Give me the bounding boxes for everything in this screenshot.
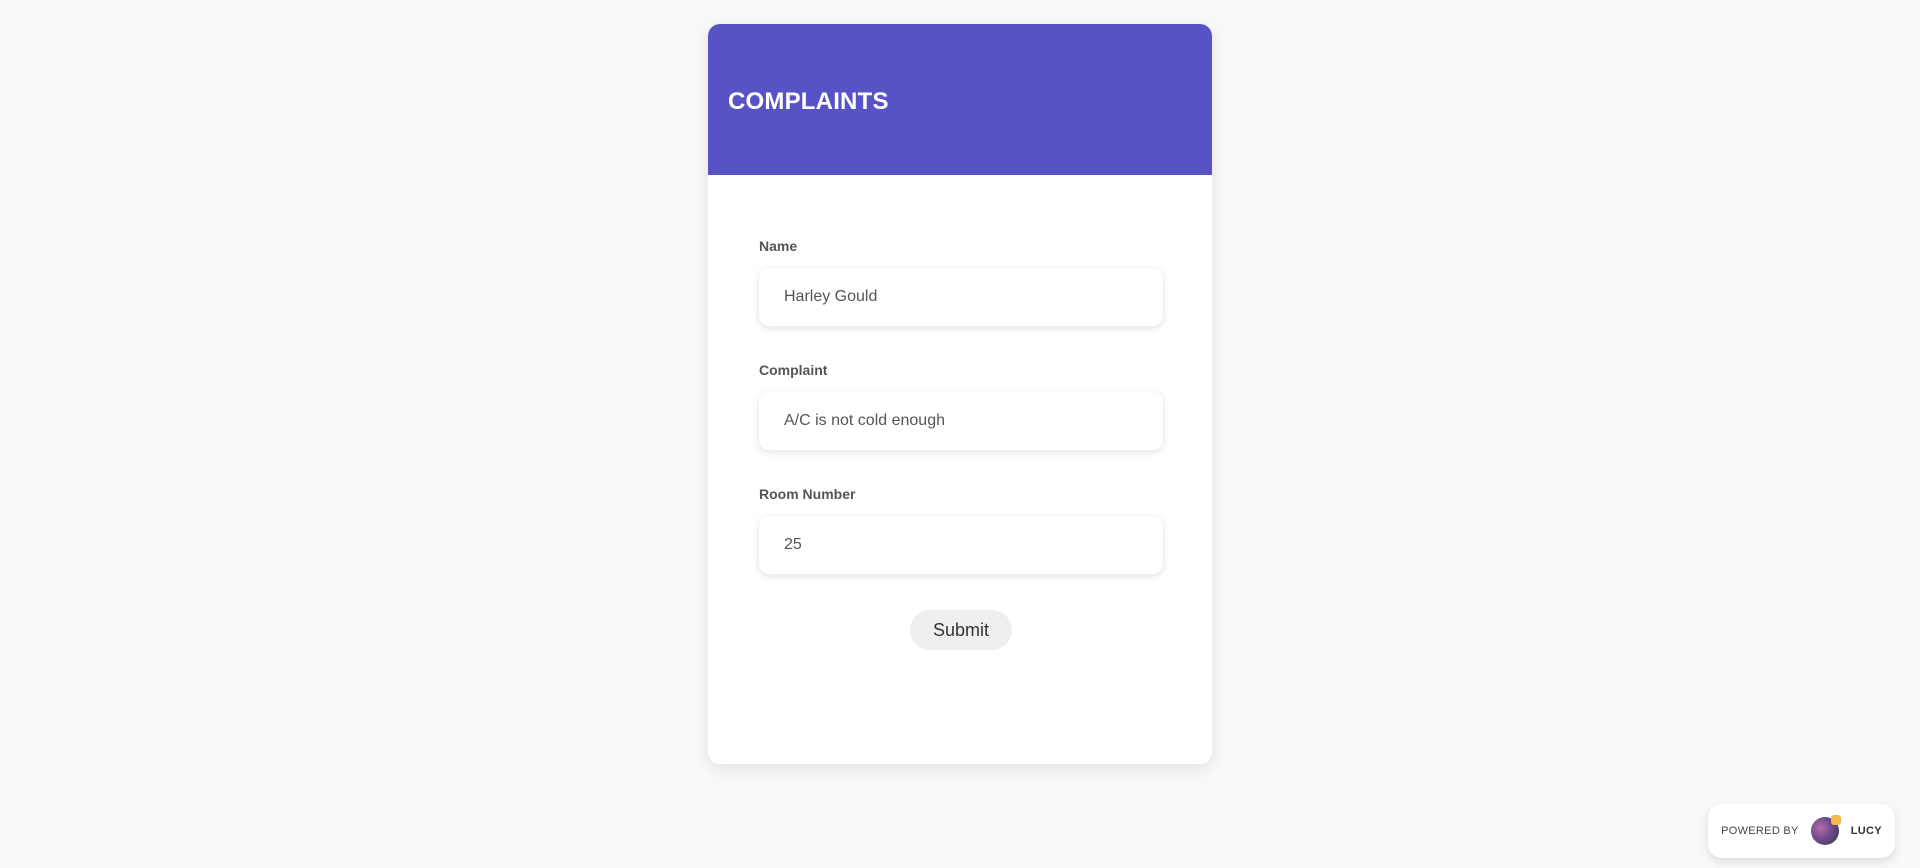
powered-by-label: POWERED BY (1721, 825, 1799, 837)
name-label: Name (759, 238, 798, 254)
name-input[interactable] (759, 268, 1163, 326)
name-field-group: Name (759, 238, 1163, 326)
complaints-card: COMPLAINTS Name Complaint Room Number Su… (708, 24, 1212, 764)
lucy-logo-icon (1810, 815, 1841, 845)
complaint-form: Name Complaint Room Number Submit (759, 238, 1163, 650)
room-number-label: Room Number (759, 486, 856, 502)
brand-name: LUCY (1850, 825, 1882, 837)
submit-button[interactable]: Submit (910, 610, 1012, 650)
submit-wrap: Submit (759, 610, 1163, 650)
room-number-field-group: Room Number (759, 486, 1163, 574)
powered-by-badge[interactable]: POWERED BY LUCY (1708, 804, 1895, 858)
complaint-field-group: Complaint (759, 362, 1163, 450)
page-title: COMPLAINTS (728, 88, 889, 115)
card-header: COMPLAINTS (708, 24, 1212, 175)
complaint-input[interactable] (759, 392, 1163, 450)
room-number-input[interactable] (759, 516, 1163, 574)
complaint-label: Complaint (759, 362, 828, 378)
